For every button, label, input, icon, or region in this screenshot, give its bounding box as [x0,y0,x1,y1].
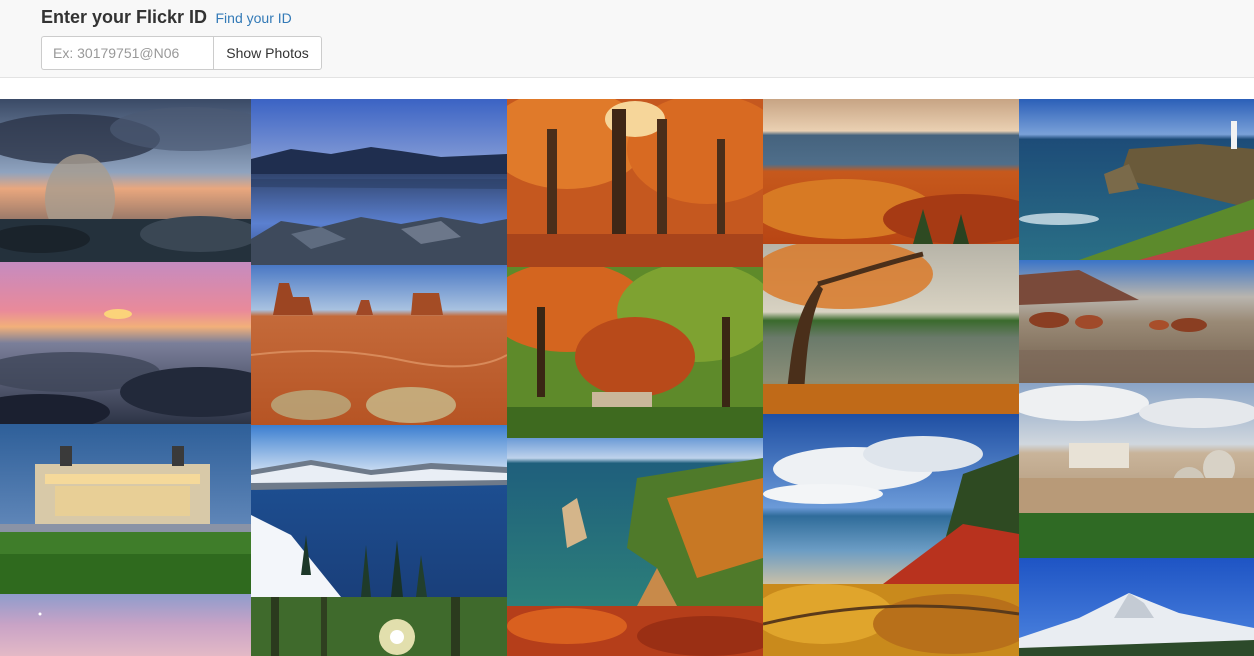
page-title: Enter your Flickr ID [41,7,208,27]
title-row: Enter your Flickr ID Find your ID [41,7,292,28]
photo-city-domes-panorama[interactable] [1019,383,1254,558]
photo-pink-sunset-rocky-coast[interactable] [0,262,251,424]
flickr-id-form: Show Photos [41,36,322,70]
photo-monument-valley[interactable] [251,265,507,425]
header-bar: Enter your Flickr ID Find your ID Show P… [0,0,1254,78]
gallery-column [763,99,1019,656]
photo-autumn-hills-lake[interactable] [763,99,1019,244]
photo-beach-sea-stacks[interactable] [1019,260,1254,383]
gallery-column [251,99,507,656]
photo-autumn-garden-bridge[interactable] [507,267,763,438]
photo-gallery [0,99,1254,656]
photo-mountain-lake-reflection[interactable] [251,99,507,265]
photo-autumn-forest[interactable] [507,99,763,267]
photo-lake-cliffs-autumn[interactable] [507,438,763,606]
find-id-link[interactable]: Find your ID [216,10,292,26]
photo-pastel-sky[interactable] [0,594,251,656]
photo-crater-lake-snow[interactable] [251,425,507,597]
photo-golden-autumn-trees[interactable] [763,584,1019,656]
flickr-id-input[interactable] [41,36,213,70]
photo-autumn-tree-lake[interactable] [763,244,1019,414]
gallery-column [507,99,763,656]
photo-lighthouse-cliffs[interactable] [1019,99,1254,260]
photo-snowy-mountain[interactable] [1019,558,1254,656]
gallery-column [1019,99,1254,656]
photo-ocean-wave-storm[interactable] [0,99,251,262]
photo-vittoriano-monument-dusk[interactable] [0,424,251,594]
photo-forest-sunburst[interactable] [251,597,507,656]
show-photos-button[interactable]: Show Photos [213,36,322,70]
photo-lake-shore-clouds[interactable] [763,414,1019,584]
gallery-column [0,99,251,656]
photo-red-autumn-leaves[interactable] [507,606,763,656]
